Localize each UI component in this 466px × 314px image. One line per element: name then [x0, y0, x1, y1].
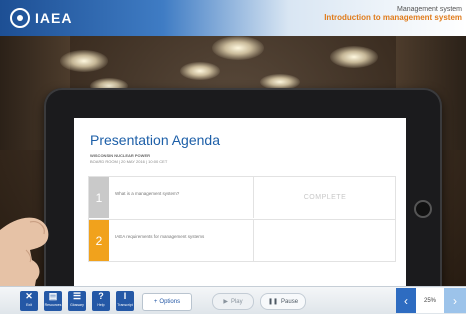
tool-label: Exit: [26, 303, 32, 307]
chevron-left-icon: ‹: [404, 293, 408, 308]
glossary-button[interactable]: ☰ Glossary: [68, 291, 86, 311]
chevron-right-icon: ›: [453, 293, 457, 308]
play-icon: ▶: [223, 299, 228, 305]
agenda-item-status: [253, 220, 396, 261]
options-label: Options: [159, 299, 181, 305]
agenda-item-text: What is a management system?: [115, 191, 180, 196]
tablet-home-button: [414, 200, 432, 218]
agenda-item-number: 1: [89, 177, 109, 218]
play-label: Play: [230, 298, 243, 305]
progress-indicator: 25%: [416, 288, 444, 313]
agenda-item-text: IAEA requirements for management systems: [115, 234, 205, 239]
pause-icon: ❚❚: [267, 299, 279, 305]
previous-slide-button[interactable]: ‹: [396, 288, 416, 313]
play-button[interactable]: ▶ Play: [212, 293, 254, 310]
help-icon: ?: [98, 291, 104, 301]
tool-label: Resources: [44, 303, 62, 307]
course-category: Management system: [397, 6, 462, 13]
exit-button[interactable]: ✕ Exit: [20, 291, 38, 311]
ceiling-light: [212, 36, 264, 60]
logo-text: IAEA: [35, 10, 73, 26]
next-slide-button[interactable]: ›: [444, 288, 466, 313]
pause-button[interactable]: ❚❚ Pause: [260, 293, 306, 310]
resources-icon: ▤: [48, 291, 58, 301]
agenda-list: 1 What is a management system? COMPLETE …: [88, 176, 396, 262]
resources-button[interactable]: ▤ Resources: [44, 291, 62, 311]
agenda-item-status: COMPLETE: [253, 177, 396, 218]
tool-label: Glossary: [70, 303, 84, 307]
agenda-item-2[interactable]: 2 IAEA requirements for management syste…: [89, 219, 395, 261]
slide-subtitle: WISCONSIN NUCLEAR POWER: [90, 153, 150, 158]
tool-label: Help: [97, 303, 105, 307]
course-header: IAEA Management system Introduction to m…: [0, 0, 466, 36]
atom-logo-icon: [10, 8, 30, 28]
course-title: Introduction to management system: [324, 13, 462, 22]
help-button[interactable]: ? Help: [92, 291, 110, 311]
glossary-icon: ☰: [72, 291, 82, 301]
slide-meta: BOARD ROOM | 20 MAY 2016 | 10:00 CET: [90, 159, 168, 164]
transcript-button[interactable]: I Transcript: [116, 291, 134, 311]
iaea-logo: IAEA: [10, 8, 72, 28]
exit-icon: ✕: [25, 291, 33, 301]
options-button[interactable]: + Options: [142, 293, 192, 311]
pause-label: Pause: [281, 298, 299, 305]
tablet-device: Presentation Agenda WISCONSIN NUCLEAR PO…: [44, 88, 442, 308]
slide-title: Presentation Agenda: [90, 132, 220, 148]
slide-screen: Presentation Agenda WISCONSIN NUCLEAR PO…: [74, 118, 406, 288]
tool-label: Transcript: [117, 303, 133, 307]
ceiling-light: [330, 46, 378, 68]
ceiling-light: [60, 50, 108, 72]
agenda-item-number: 2: [89, 220, 109, 261]
course-info: Management system Introduction to manage…: [324, 6, 462, 22]
agenda-item-1[interactable]: 1 What is a management system? COMPLETE: [89, 177, 395, 218]
plus-icon: +: [153, 299, 158, 305]
transcript-icon: I: [123, 291, 127, 301]
ceiling-light: [180, 62, 220, 80]
